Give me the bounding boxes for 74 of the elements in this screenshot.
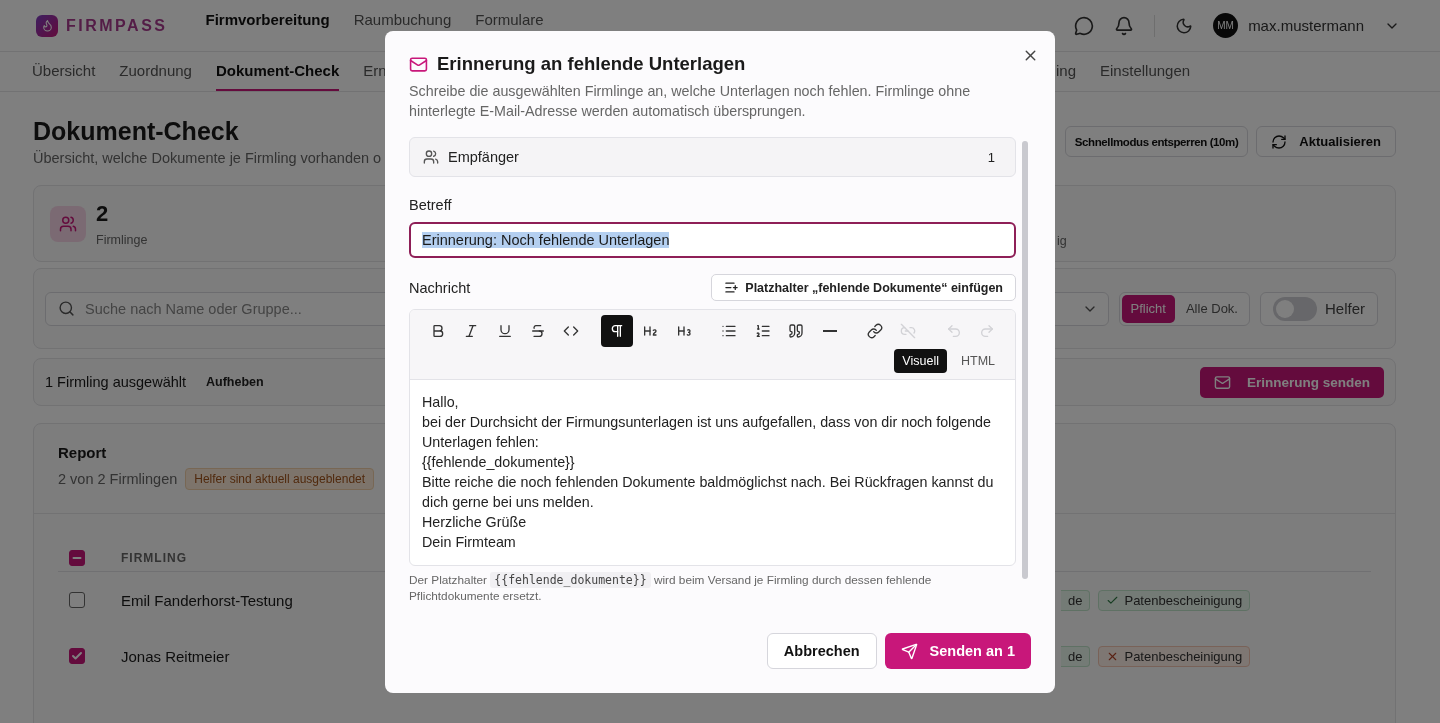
page-subtitle: Übersicht, welche Dokumente je Firmling vorhanden o — [33, 150, 382, 166]
report-title: Report — [58, 444, 108, 461]
unlock-button[interactable]: Schnellmodus entsperren (10m) — [1064, 126, 1249, 157]
selection-count: 1 Firmling ausgewählt — [45, 374, 187, 390]
nav-link[interactable]: Firmvorbereitung — [205, 11, 330, 28]
row-checkbox[interactable] — [69, 648, 85, 664]
toggle-switch[interactable] — [1273, 296, 1317, 321]
notification-icon[interactable] — [1114, 15, 1135, 36]
user-name[interactable]: max.mustermann — [1248, 17, 1364, 34]
tab[interactable]: Übersicht — [32, 52, 96, 91]
recipients-label: Empfänger — [448, 149, 519, 165]
message-line: {{fehlende_dokumente}} — [422, 453, 576, 472]
document-tag: de — [1061, 589, 1091, 611]
avatar[interactable]: MM — [1213, 13, 1239, 38]
chat-icon[interactable] — [1074, 15, 1095, 36]
tab[interactable]: ing — [1056, 52, 1077, 91]
insert-placeholder-button[interactable]: Platzhalter „fehlende Dokumente“ einfügen — [711, 274, 1016, 301]
moon-icon[interactable] — [1175, 16, 1194, 35]
message-line: Herzliche Grüße — [422, 513, 528, 532]
info-badge: Helfer sind aktuell ausgeblendet — [185, 468, 375, 490]
users-icon — [423, 149, 439, 165]
message-line: Hallo, — [422, 393, 460, 412]
message-line: Bitte reiche die noch fehlenden Dokumente baldmöglichst nach. Bei Rückfragen kannst du dich gerne bei uns melden. — [422, 473, 995, 512]
check-icon — [71, 650, 83, 662]
page-title: Dokument-Check — [33, 116, 240, 146]
document-tag: de — [1061, 645, 1091, 667]
segment-button[interactable]: Alle Dok. — [1176, 294, 1247, 323]
clear-button[interactable]: Aufheben — [200, 374, 270, 390]
dialog-description: Schreibe die ausgewählten Firmlinge an, welche Unterlagen noch fehlen. Firmlinge ohne hinterlegte E-Mail-Adresse werden automatisch übersprungen. — [409, 82, 972, 121]
document-tag: Patenbescheinigung — [1098, 645, 1251, 667]
logo-text: FIRMPASS — [66, 16, 168, 35]
mail-icon — [409, 54, 428, 74]
stat-value: 2 — [96, 200, 110, 227]
stat-label: ig — [1057, 234, 1068, 248]
nav-link[interactable]: Raumbuchung — [353, 11, 452, 28]
document-tag: Patenbescheinigung — [1098, 589, 1251, 611]
send-icon — [900, 642, 918, 660]
firmling-name: Emil Fanderhorst-Testung — [121, 591, 293, 609]
dialog-title: Erinnerung an fehlende Unterlagen — [437, 53, 746, 75]
message-editor[interactable] — [409, 309, 1016, 566]
field-label: Nachricht — [409, 279, 471, 296]
mode-tab[interactable]: HTML — [952, 349, 1003, 373]
message-line: bei der Durchsicht der Firmungsunterlagen ist uns aufgefallen, dass von dir noch folgende Unterlagen fehlen: — [422, 413, 993, 452]
mail-icon — [1213, 373, 1231, 391]
search-icon — [58, 300, 75, 317]
field-label: Betreff — [409, 197, 453, 213]
refresh-button[interactable]: Aktualisieren — [1256, 126, 1396, 157]
recipients-count: 1 — [987, 149, 995, 165]
list-plus-icon — [724, 280, 740, 295]
cancel-button[interactable]: Abbrechen — [766, 633, 877, 669]
hint-text: Der Platzhalter {{fehlende_dokumente}} wird beim Versand je Firmling durch dessen fehlende Pflichtdokumente ersetzt. — [409, 572, 933, 604]
select-all-checkbox[interactable] — [69, 549, 85, 566]
paragraph-button[interactable] — [601, 315, 633, 347]
tab[interactable]: Dokument-Check — [215, 52, 340, 91]
column-header: FIRMLING — [121, 550, 188, 565]
subject-field[interactable]: Erinnerung: Noch fehlende Unterlagen — [409, 222, 1016, 258]
users-icon — [50, 205, 86, 242]
stat-label: Firmlinge — [96, 232, 148, 247]
tab[interactable]: Zuordnung — [119, 52, 192, 91]
firmling-name: Jonas Reitmeier — [121, 647, 230, 665]
toggle-label: Helfer — [1325, 300, 1365, 317]
mode-tab[interactable]: Visuell — [894, 349, 947, 373]
refresh-icon — [1271, 133, 1288, 150]
report-subtitle: 2 von 2 Firmlingen — [58, 471, 178, 487]
row-checkbox[interactable] — [69, 592, 85, 608]
logo-icon — [36, 14, 58, 37]
message-line: Dein Firmteam — [422, 533, 517, 552]
tab[interactable]: Einstellungen — [1100, 52, 1191, 91]
scrollbar[interactable] — [1022, 141, 1028, 579]
send-reminder-button[interactable]: Erinnerung senden — [1199, 366, 1384, 398]
recipients-row[interactable]: Empfänger 1 — [409, 137, 1016, 177]
send-button[interactable]: Senden an 1 — [884, 633, 1031, 669]
segment-button[interactable]: Pflicht — [1121, 294, 1175, 323]
nav-link[interactable]: Formulare — [475, 11, 544, 28]
